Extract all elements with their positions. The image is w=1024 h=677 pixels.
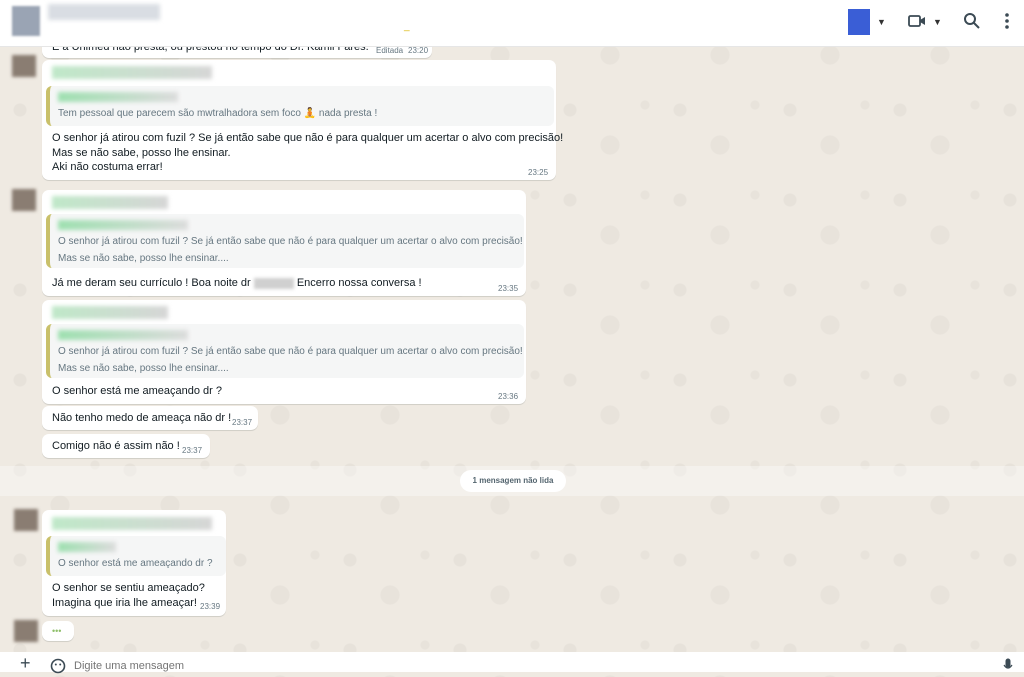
chevron-down-icon[interactable]: ▼ xyxy=(877,17,886,27)
chevron-down-icon[interactable]: ▼ xyxy=(933,17,942,27)
contact-avatar[interactable] xyxy=(12,6,40,36)
search-icon[interactable] xyxy=(963,12,981,33)
header-marker: _ xyxy=(404,21,410,32)
quoted-message[interactable]: O senhor já atirou com fuzil ? Se já ent… xyxy=(46,324,524,378)
sender-name[interactable] xyxy=(52,196,168,209)
sender-name[interactable] xyxy=(52,517,212,530)
redacted-name xyxy=(253,277,294,289)
message-bubble[interactable]: O senhor está me ameaçando dr ? O senhor… xyxy=(42,510,226,616)
profile-avatar[interactable] xyxy=(848,9,870,35)
message-line: Aki não costuma errar! xyxy=(52,161,163,173)
emoji-icon[interactable] xyxy=(50,658,66,677)
quoted-message[interactable]: O senhor já atirou com fuzil ? Se já ent… xyxy=(46,214,524,268)
quoted-line: Mas se não sabe, posso lhe ensinar.... xyxy=(58,253,229,264)
quoted-message[interactable]: Tem pessoal que parecem são mwtralhadora… xyxy=(46,86,554,126)
message-text: Comigo não é assim não ! xyxy=(52,440,180,452)
quoted-sender xyxy=(58,542,116,552)
contact-name[interactable] xyxy=(48,4,160,20)
message-time: 23:25 xyxy=(528,168,549,177)
sender-avatar[interactable] xyxy=(14,620,38,642)
sender-name[interactable] xyxy=(52,306,168,319)
message-bubble[interactable]: Tem pessoal que parecem são mwtralhadora… xyxy=(42,60,563,180)
more-vertical-icon[interactable] xyxy=(1004,12,1010,33)
quoted-line: Mas se não sabe, posso lhe ensinar.... xyxy=(58,363,229,374)
composer: + xyxy=(0,652,1024,675)
typing-indicator: ••• xyxy=(52,626,62,636)
message-line: O senhor já atirou com fuzil ? Se já ent… xyxy=(52,132,564,144)
quoted-text: O senhor está me ameaçando dr ? xyxy=(58,558,213,569)
typing-bubble: ••• xyxy=(42,621,74,641)
quoted-message[interactable]: O senhor está me ameaçando dr ? xyxy=(46,536,226,576)
chat-header: _ ▼ ▼ xyxy=(0,0,1024,47)
quoted-text: Tem pessoal que parecem são mwtralhadora… xyxy=(58,108,378,119)
message-line: Imagina que iria lhe ameaçar! xyxy=(52,596,197,609)
message-line: Mas se não sabe, posso lhe ensinar. xyxy=(52,146,231,159)
emoji-icon: 🧘 xyxy=(303,108,317,119)
sender-avatar[interactable] xyxy=(12,55,36,77)
message-text: Não tenho medo de ameaça não dr ! xyxy=(52,412,232,424)
unread-badge: 1 mensagem não lida xyxy=(460,470,566,492)
message-time: 23:39 xyxy=(200,602,221,611)
quoted-line: O senhor já atirou com fuzil ? Se já ent… xyxy=(58,236,523,247)
message-time: 23:36 xyxy=(498,392,519,401)
mic-icon[interactable] xyxy=(1003,658,1013,675)
attach-plus-icon[interactable]: + xyxy=(20,654,31,672)
video-camera-icon[interactable] xyxy=(908,12,926,33)
message-input[interactable] xyxy=(72,657,956,675)
message-text: Já me deram seu currículo ! Boa noite dr… xyxy=(52,277,422,289)
message-bubble[interactable]: O senhor já atirou com fuzil ? Se já ent… xyxy=(42,300,526,404)
message-bubble[interactable]: Comigo não é assim não ! 23:37 xyxy=(42,434,210,458)
sender-avatar[interactable] xyxy=(12,189,36,211)
message-time: 23:37 xyxy=(182,446,203,455)
message-time: 23:20 xyxy=(408,46,429,55)
message-bubble[interactable]: O senhor já atirou com fuzil ? Se já ent… xyxy=(42,190,526,296)
quoted-sender xyxy=(58,220,188,230)
quoted-sender xyxy=(58,92,178,102)
message-edited: Editada xyxy=(376,46,404,55)
quoted-line: O senhor já atirou com fuzil ? Se já ent… xyxy=(58,346,523,357)
sender-avatar[interactable] xyxy=(14,509,38,531)
message-time: 23:35 xyxy=(498,284,519,293)
sender-name[interactable] xyxy=(52,66,212,79)
message-time: 23:37 xyxy=(232,418,253,427)
message-bubble[interactable]: Não tenho medo de ameaça não dr ! 23:37 xyxy=(42,406,258,430)
message-text: O senhor está me ameaçando dr ? xyxy=(52,385,222,397)
quoted-sender xyxy=(58,330,188,340)
message-line: O senhor se sentiu ameaçado? xyxy=(52,582,205,594)
